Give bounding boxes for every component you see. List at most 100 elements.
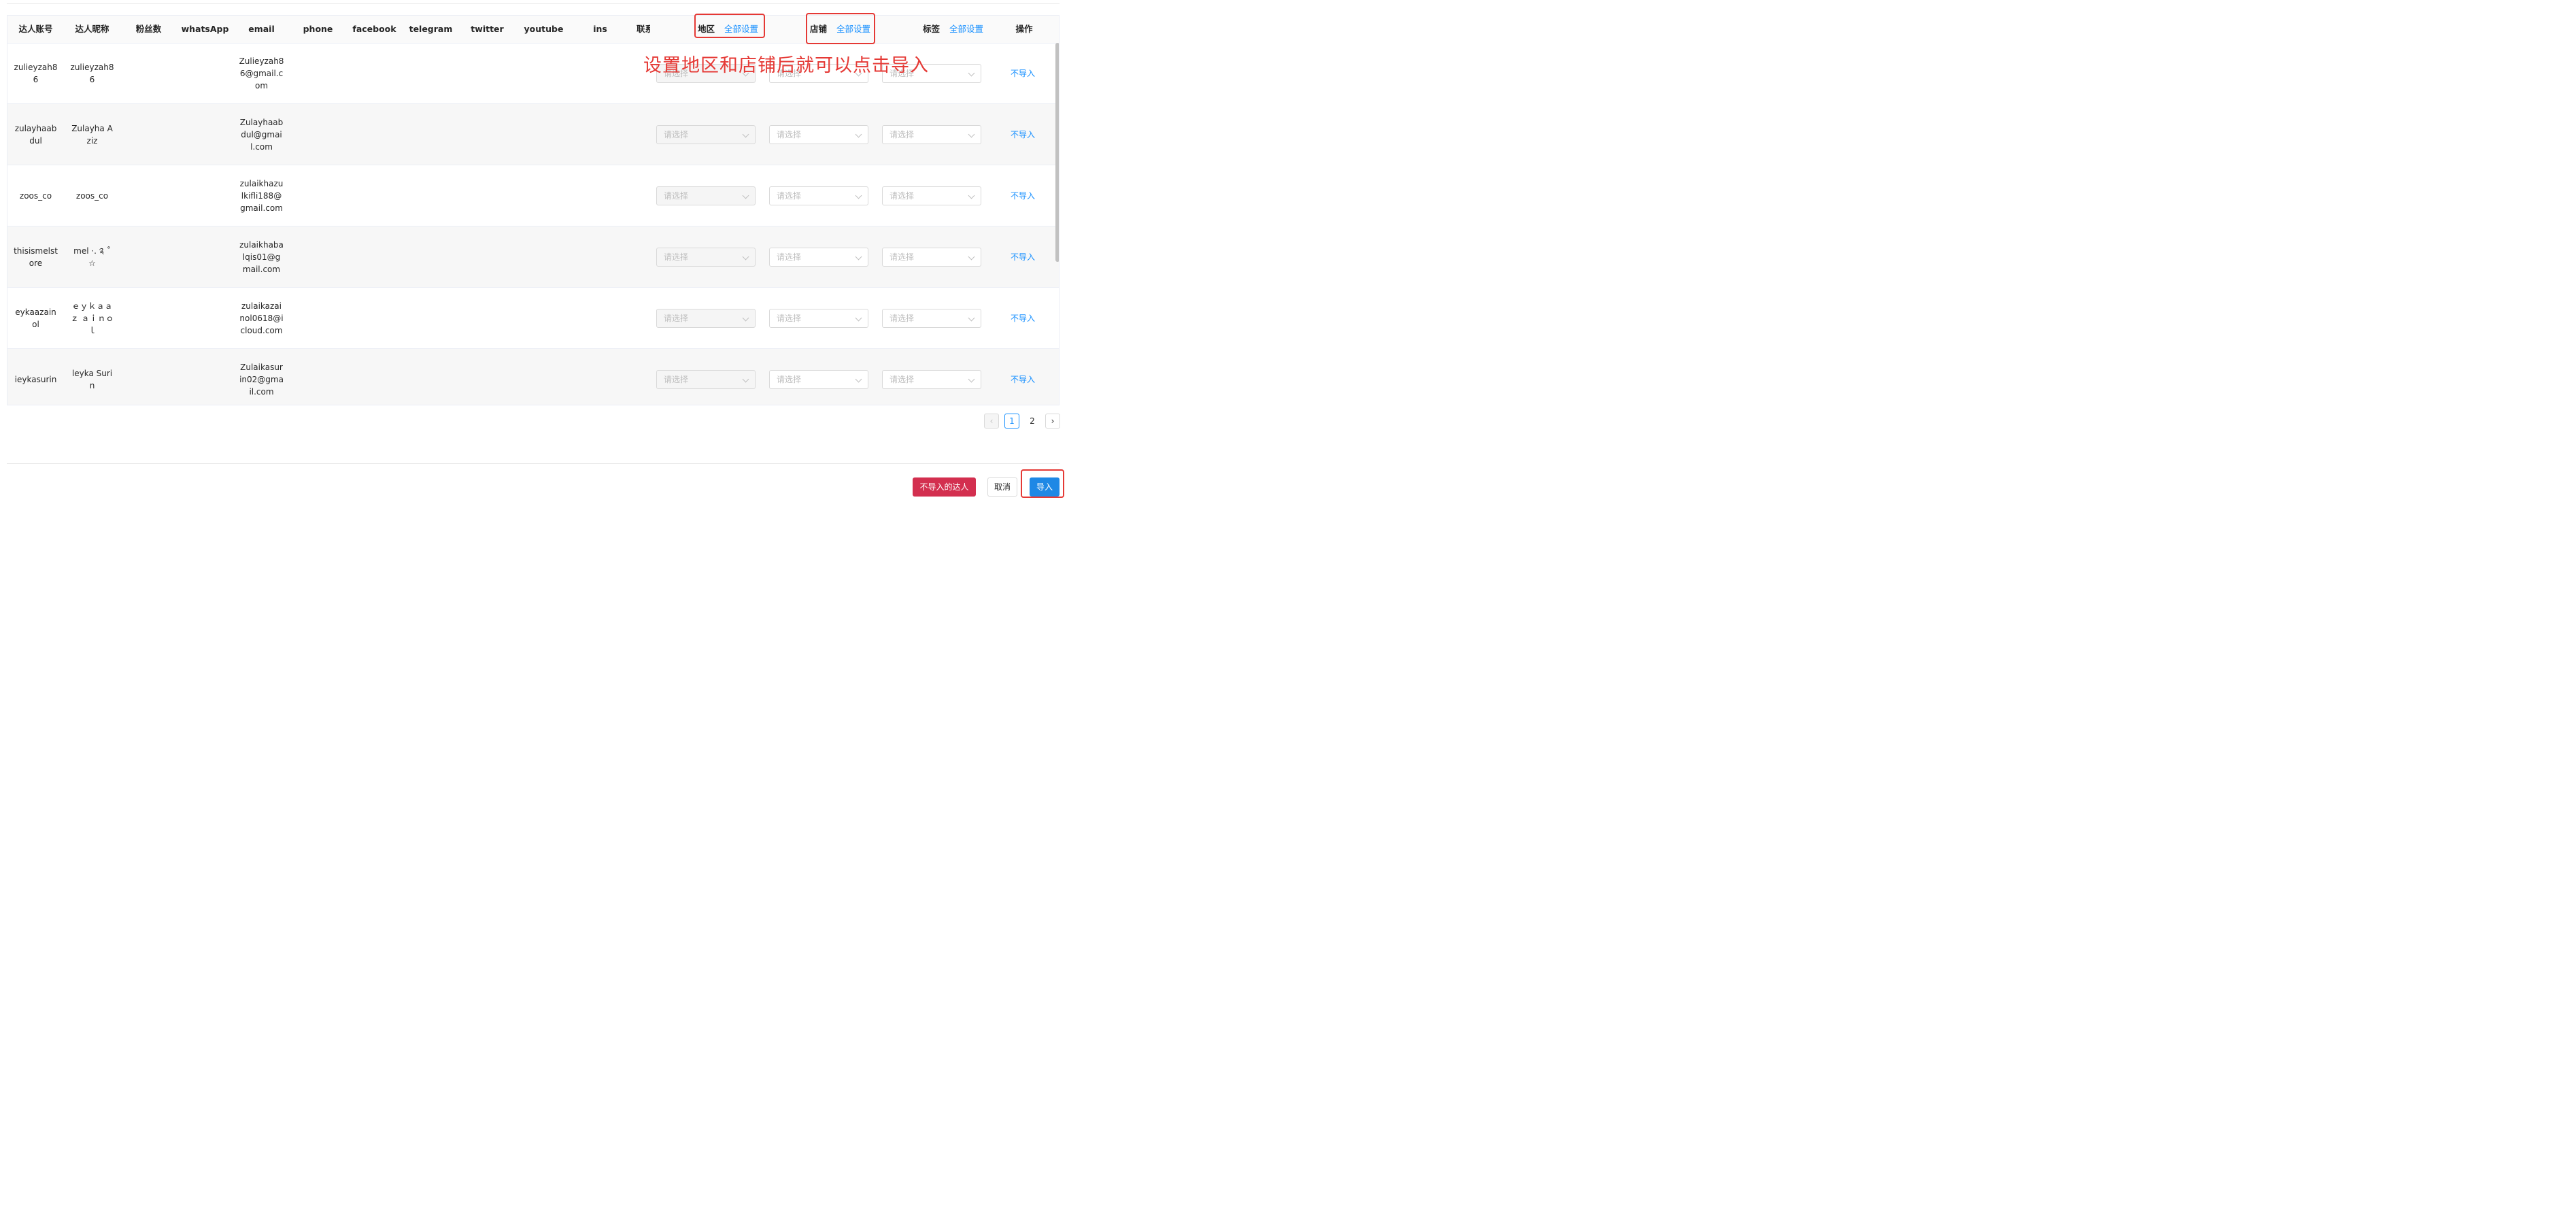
cell-nickname: ｅｙｋａａｚ ａｉｎｏｌ xyxy=(64,288,120,349)
header-phone: phone xyxy=(303,24,333,34)
store-select[interactable]: 请选择 xyxy=(769,309,868,328)
store-select[interactable]: 请选择 xyxy=(769,125,868,144)
header-telegram: telegram xyxy=(409,24,453,34)
cell-nickname-text: zoos_co xyxy=(75,191,109,201)
cell-account: zulieyzah86 xyxy=(7,43,64,104)
tag-select-placeholder: 请选择 xyxy=(889,314,915,323)
cell-account-text: thisismelstore xyxy=(14,246,58,268)
region-select[interactable]: 请选择 xyxy=(656,248,756,267)
tag-select[interactable]: 请选择 xyxy=(882,248,981,267)
store-select[interactable]: 请选择 xyxy=(769,248,868,267)
chevron-down-icon xyxy=(855,314,862,322)
skip-import-link[interactable]: 不导入 xyxy=(992,43,1053,104)
cell-email: Zulieyzah86@gmail.com xyxy=(233,43,290,104)
region-select[interactable]: 请选择 xyxy=(656,125,756,144)
table-row: zulayhaabdul Zulayha Aziz Zulayhaabdul@gma… xyxy=(7,104,1059,165)
pager-prev-button[interactable]: ‹ xyxy=(984,414,999,429)
header-ins: ins xyxy=(593,24,607,34)
cell-email: Zulaikasurin02@gmail.com xyxy=(233,349,290,405)
region-select-placeholder: 请选择 xyxy=(664,375,689,384)
chevron-down-icon xyxy=(742,192,749,199)
cell-account: eykaazainol xyxy=(7,288,64,349)
header-twitter: twitter xyxy=(471,24,504,34)
chevron-down-icon xyxy=(968,69,975,77)
cell-account: ieykasurin xyxy=(7,349,64,405)
table-row: ieykasurin leyka Surin Zulaikasurin02@gmai… xyxy=(7,349,1059,405)
header-email: email xyxy=(248,24,275,34)
tag-select[interactable]: 请选择 xyxy=(882,125,981,144)
chevron-down-icon xyxy=(968,314,975,322)
header-nickname: 达人昵称 xyxy=(75,24,109,34)
cell-nickname-text: leyka Surin xyxy=(71,369,113,390)
tag-select[interactable]: 请选择 xyxy=(882,186,981,205)
cell-email-text: zulaikazainol0618@icloud.com xyxy=(239,301,284,335)
skip-import-link[interactable]: 不导入 xyxy=(992,288,1053,349)
annotation-box-region xyxy=(694,14,765,38)
tag-select[interactable]: 请选择 xyxy=(882,370,981,389)
tag-select-placeholder: 请选择 xyxy=(889,130,915,139)
cancel-button[interactable]: 取消 xyxy=(987,477,1017,497)
chevron-down-icon xyxy=(855,192,862,199)
skip-creators-button[interactable]: 不导入的达人 xyxy=(913,477,976,497)
header-youtube: youtube xyxy=(524,24,564,34)
tag-select[interactable]: 请选择 xyxy=(882,309,981,328)
cell-email: zulaikhazulkifli188@gmail.com xyxy=(233,165,290,227)
region-select-placeholder: 请选择 xyxy=(664,191,689,201)
cell-account-text: ieykasurin xyxy=(14,375,57,384)
cell-nickname: mel ·. ༉ ˚ ☆ xyxy=(64,227,120,288)
cell-account-text: zulayhaabdul xyxy=(14,124,57,146)
skip-import-link[interactable]: 不导入 xyxy=(992,104,1053,165)
region-select[interactable]: 请选择 xyxy=(656,370,756,389)
cell-account-text: eykaazainol xyxy=(15,307,56,329)
store-select[interactable]: 请选择 xyxy=(769,370,868,389)
store-select-placeholder: 请选择 xyxy=(777,375,802,384)
cell-email-text: zulaikhazulkifli188@gmail.com xyxy=(239,179,284,213)
header-tag-label: 标签 xyxy=(923,24,940,34)
store-select[interactable]: 请选择 xyxy=(769,186,868,205)
cell-nickname: leyka Surin xyxy=(64,349,120,405)
header-whatsapp: whatsApp xyxy=(181,24,229,34)
tag-set-all-link[interactable]: 全部设置 xyxy=(949,24,983,34)
cell-email-text: zulaikhabalqis01@gmail.com xyxy=(239,240,284,274)
region-select-placeholder: 请选择 xyxy=(664,130,689,139)
cell-nickname-text: mel ·. ༉ ˚ ☆ xyxy=(73,246,111,268)
annotation-text: 设置地区和店铺后就可以点击导入 xyxy=(643,55,929,76)
cell-nickname-text: zulieyzah86 xyxy=(70,63,114,84)
table-row: zoos_co zoos_co zulaikhazulkifli188@gmail.… xyxy=(7,165,1059,227)
chevron-down-icon xyxy=(968,131,975,138)
chevron-down-icon xyxy=(742,375,749,383)
header-tag: 标签 全部设置 xyxy=(923,16,998,43)
import-button[interactable]: 导入 xyxy=(1030,477,1060,497)
region-select[interactable]: 请选择 xyxy=(656,309,756,328)
chevron-down-icon xyxy=(968,253,975,261)
cell-nickname: zoos_co xyxy=(64,165,120,227)
pager-next-button[interactable]: › xyxy=(1045,414,1060,429)
table-row: thisismelstore mel ·. ༉ ˚ ☆ zulaikhabalqis… xyxy=(7,227,1059,288)
cell-nickname-text: ｅｙｋａａｚ ａｉｎｏｌ xyxy=(70,301,114,335)
header-fans: 粉丝数 xyxy=(135,24,162,34)
chevron-down-icon xyxy=(742,314,749,322)
store-select-placeholder: 请选择 xyxy=(777,130,802,139)
footer-divider xyxy=(7,463,1060,464)
cell-nickname-text: Zulayha Aziz xyxy=(71,124,113,146)
cell-account: thisismelstore xyxy=(7,227,64,288)
region-select-placeholder: 请选择 xyxy=(664,252,689,262)
cell-nickname: Zulayha Aziz xyxy=(64,104,120,165)
chevron-down-icon xyxy=(742,253,749,261)
tag-select-placeholder: 请选择 xyxy=(889,252,915,262)
table-row: eykaazainol ｅｙｋａａｚ ａｉｎｏｌ zulaikazainol0618… xyxy=(7,288,1059,349)
pager-page-1[interactable]: 1 xyxy=(1004,414,1019,429)
table-scrollbar[interactable] xyxy=(1055,43,1059,262)
pager-page-2[interactable]: 2 xyxy=(1025,414,1040,429)
chevron-down-icon xyxy=(742,131,749,138)
cell-account-text: zoos_co xyxy=(19,191,52,201)
cell-email-text: Zulayhaabdul@gmail.com xyxy=(239,118,284,152)
region-select[interactable]: 请选择 xyxy=(656,186,756,205)
table-header: 达人账号 达人昵称 粉丝数 whatsApp email phone faceb… xyxy=(7,16,1059,44)
skip-import-link[interactable]: 不导入 xyxy=(992,349,1053,405)
skip-import-link[interactable]: 不导入 xyxy=(992,227,1053,288)
store-select-placeholder: 请选择 xyxy=(777,314,802,323)
chevron-down-icon xyxy=(855,253,862,261)
store-select-placeholder: 请选择 xyxy=(777,191,802,201)
skip-import-link[interactable]: 不导入 xyxy=(992,165,1053,227)
